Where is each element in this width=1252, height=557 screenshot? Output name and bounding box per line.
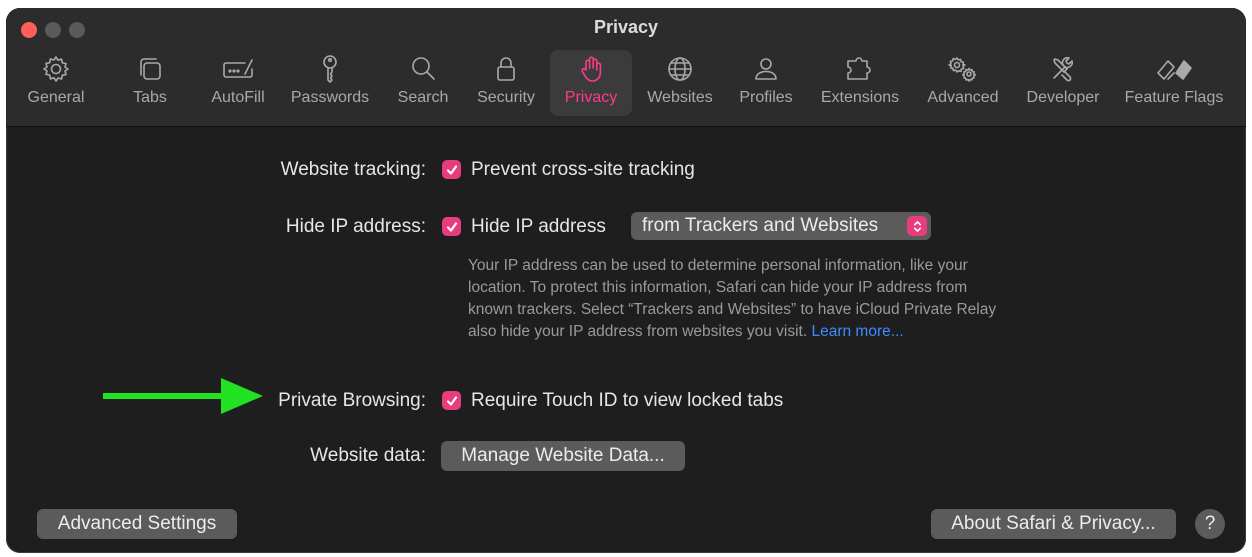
manage-website-data-button[interactable]: Manage Website Data... xyxy=(441,441,685,471)
tab-label: Search xyxy=(397,89,449,106)
hide-ip-popup[interactable]: from Trackers and Websites xyxy=(631,212,931,240)
tab-privacy[interactable]: Privacy xyxy=(550,50,632,116)
gears-icon xyxy=(946,50,980,88)
tab-label: Extensions xyxy=(820,89,900,106)
hide-ip-popup-value: from Trackers and Websites xyxy=(642,215,879,236)
tab-passwords[interactable]: Passwords xyxy=(284,50,376,116)
require-touch-id-text[interactable]: Require Touch ID to view locked tabs xyxy=(471,390,783,412)
tab-feature-flags[interactable]: Feature Flags xyxy=(1118,50,1230,116)
tab-autofill[interactable]: AutoFill xyxy=(200,50,276,116)
chevron-updown-icon xyxy=(907,216,927,236)
tab-label: Websites xyxy=(647,89,713,106)
settings-toolbar: General Tabs AutoFill Passwords Search S… xyxy=(6,48,1246,120)
tab-extensions[interactable]: Extensions xyxy=(814,50,906,116)
hide-ip-address-label: Hide IP address: xyxy=(285,216,426,237)
hide-ip-address-text[interactable]: Hide IP address xyxy=(471,216,606,238)
learn-more-link[interactable]: Learn more... xyxy=(811,323,903,340)
tab-label: General xyxy=(27,89,85,106)
search-icon xyxy=(406,50,440,88)
annotation-arrow-icon xyxy=(103,378,263,414)
person-icon xyxy=(749,50,783,88)
gear-icon xyxy=(39,50,73,88)
help-button[interactable]: ? xyxy=(1195,509,1225,539)
about-safari-privacy-button[interactable]: About Safari & Privacy... xyxy=(931,509,1176,539)
website-tracking-label: Website tracking: xyxy=(280,159,426,180)
window-title: Privacy xyxy=(593,17,659,37)
hand-icon xyxy=(574,50,608,88)
tab-profiles[interactable]: Profiles xyxy=(732,50,800,116)
website-data-label: Website data: xyxy=(310,445,426,466)
tab-label: Profiles xyxy=(739,89,793,106)
safari-settings-window: Privacy General Tabs AutoFill Passwords … xyxy=(6,8,1246,553)
autofill-icon xyxy=(221,50,255,88)
checkmark-icon xyxy=(446,395,457,406)
tab-label: Feature Flags xyxy=(1124,89,1224,106)
tab-developer[interactable]: Developer xyxy=(1018,50,1108,116)
lock-icon xyxy=(489,50,523,88)
tabs-icon xyxy=(133,50,167,88)
tab-general[interactable]: General xyxy=(18,50,94,116)
tab-security[interactable]: Security xyxy=(470,50,542,116)
hide-ip-description-text: Your IP address can be used to determine… xyxy=(468,257,997,340)
hide-ip-description: Your IP address can be used to determine… xyxy=(468,255,1008,343)
titlebar: Privacy General Tabs AutoFill Passwords … xyxy=(6,8,1246,127)
prevent-cross-site-tracking-text[interactable]: Prevent cross-site tracking xyxy=(471,159,695,181)
tab-tabs[interactable]: Tabs xyxy=(124,50,176,116)
puzzle-icon xyxy=(843,50,877,88)
tab-label: Security xyxy=(477,89,535,106)
hide-ip-address-checkbox[interactable] xyxy=(442,217,461,236)
tools-icon xyxy=(1046,50,1080,88)
privacy-pane: Website tracking: Prevent cross-site tra… xyxy=(6,127,1246,553)
tab-label: Developer xyxy=(1026,89,1100,106)
tab-label: Tabs xyxy=(133,89,167,106)
tab-label: Advanced xyxy=(927,89,999,106)
tab-websites[interactable]: Websites xyxy=(642,50,718,116)
advanced-settings-button[interactable]: Advanced Settings xyxy=(37,509,237,539)
checkmark-icon xyxy=(446,164,457,175)
tab-label: Privacy xyxy=(564,89,618,106)
globe-icon xyxy=(663,50,697,88)
checkmark-icon xyxy=(446,221,457,232)
tab-label: AutoFill xyxy=(211,89,265,106)
tab-label: Passwords xyxy=(290,89,370,106)
key-icon xyxy=(313,50,347,88)
tab-advanced[interactable]: Advanced xyxy=(920,50,1006,116)
require-touch-id-checkbox[interactable] xyxy=(442,391,461,410)
prevent-cross-site-tracking-checkbox[interactable] xyxy=(442,160,461,179)
tab-search[interactable]: Search xyxy=(392,50,454,116)
flags-icon xyxy=(1153,50,1195,88)
